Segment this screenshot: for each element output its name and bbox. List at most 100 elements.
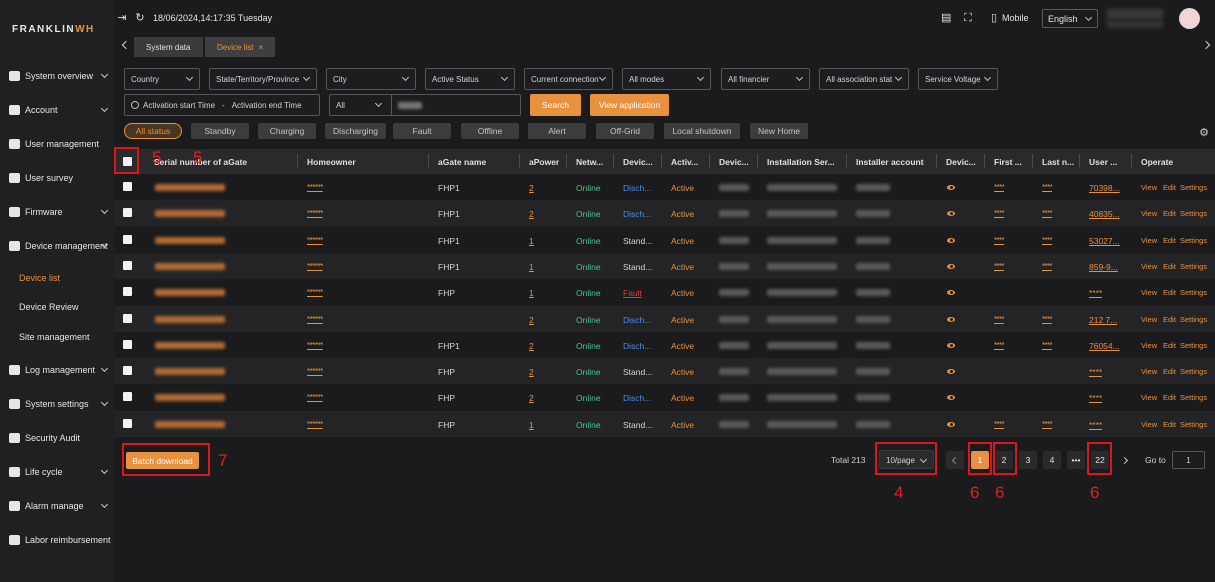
status-chip-new-home[interactable]: New Home: [750, 123, 808, 139]
apower-link[interactable]: 2: [529, 341, 534, 351]
row-checkbox[interactable]: [123, 287, 132, 297]
serial-number-value[interactable]: [155, 184, 225, 191]
view-eye-icon[interactable]: [947, 421, 955, 427]
apower-link[interactable]: 1: [529, 262, 534, 272]
settings-link[interactable]: Settings: [1180, 236, 1207, 245]
sidebar-item-account[interactable]: Account: [0, 97, 115, 123]
settings-link[interactable]: Settings: [1180, 209, 1207, 218]
serial-number-value[interactable]: [155, 236, 225, 244]
settings-gear-icon[interactable]: ⚙: [1199, 128, 1209, 139]
settings-link[interactable]: Settings: [1180, 315, 1207, 324]
sidebar-item-firmware[interactable]: Firmware: [0, 199, 115, 225]
user-link[interactable]: ****: [1089, 288, 1102, 298]
view-eye-icon[interactable]: [947, 395, 955, 401]
view-eye-icon[interactable]: [947, 290, 955, 296]
view-link[interactable]: View: [1141, 209, 1157, 218]
status-chip-all-status[interactable]: All status: [124, 123, 182, 139]
status-chip-off-grid[interactable]: Off-Grid: [596, 123, 654, 139]
filter-all-modes[interactable]: All modes: [622, 68, 711, 90]
filter-all-association-stat[interactable]: All association stat: [819, 68, 909, 90]
search-field[interactable]: All: [329, 94, 521, 116]
user-link[interactable]: 76054...: [1089, 341, 1120, 351]
last-name-value[interactable]: ****: [1042, 315, 1052, 324]
homeowner-value[interactable]: ******: [307, 183, 323, 192]
last-name-value[interactable]: ****: [1042, 183, 1052, 192]
apower-link[interactable]: 2: [529, 209, 534, 219]
tab-device-list[interactable]: Device list ×: [205, 37, 275, 57]
sidebar-item-labor-reimbursement[interactable]: Labor reimbursement: [0, 527, 115, 553]
last-name-value[interactable]: ****: [1042, 420, 1052, 429]
serial-number-value[interactable]: [155, 262, 225, 270]
first-name-value[interactable]: ****: [994, 209, 1004, 218]
logout-icon[interactable]: ⇥: [117, 13, 127, 24]
row-checkbox[interactable]: [123, 182, 132, 191]
edit-link[interactable]: Edit: [1163, 420, 1176, 429]
first-name-value[interactable]: ****: [994, 262, 1004, 271]
user-link[interactable]: 53027...: [1089, 236, 1120, 246]
filter-state-territory-province[interactable]: State/Territory/Province: [209, 68, 317, 90]
homeowner-value[interactable]: ******: [307, 288, 323, 297]
status-chip-local-shutdown[interactable]: Local shutdown: [664, 123, 740, 139]
apower-link[interactable]: 1: [529, 420, 534, 430]
apower-link[interactable]: 2: [529, 315, 534, 325]
sidebar-item-system-overview[interactable]: System overview: [0, 63, 115, 89]
user-link[interactable]: 212 7...: [1089, 315, 1117, 325]
last-name-value[interactable]: ****: [1042, 236, 1052, 245]
view-link[interactable]: View: [1141, 288, 1157, 297]
settings-link[interactable]: Settings: [1180, 262, 1207, 271]
goto-page-input[interactable]: 1: [1172, 451, 1205, 469]
sidebar-item-log-management[interactable]: Log management: [0, 357, 115, 383]
view-link[interactable]: View: [1141, 420, 1157, 429]
filter-current-connection[interactable]: Current connection: [524, 68, 613, 90]
mobile-icon[interactable]: ▯: [989, 13, 999, 24]
edit-link[interactable]: Edit: [1163, 209, 1176, 218]
sidebar-item-security-audit[interactable]: Security Audit: [0, 425, 115, 451]
last-name-value[interactable]: ****: [1042, 262, 1052, 271]
user-link[interactable]: 40835...: [1089, 209, 1120, 219]
edit-link[interactable]: Edit: [1163, 183, 1176, 192]
homeowner-value[interactable]: ******: [307, 420, 323, 429]
homeowner-value[interactable]: ******: [307, 236, 323, 245]
filter-active-status[interactable]: Active Status: [425, 68, 515, 90]
avatar[interactable]: [1179, 8, 1200, 29]
view-link[interactable]: View: [1141, 183, 1157, 192]
apower-link[interactable]: 2: [529, 183, 534, 193]
row-checkbox[interactable]: [123, 392, 132, 402]
settings-link[interactable]: Settings: [1180, 393, 1207, 402]
homeowner-value[interactable]: ******: [307, 315, 323, 324]
refresh-icon[interactable]: ↻: [135, 13, 145, 24]
page-4[interactable]: 4: [1043, 451, 1061, 469]
serial-number-value[interactable]: [155, 289, 225, 297]
view-link[interactable]: View: [1141, 262, 1157, 271]
settings-link[interactable]: Settings: [1180, 341, 1207, 350]
sidebar-subitem-device-list[interactable]: Device list: [19, 273, 60, 283]
view-eye-icon[interactable]: [947, 185, 955, 190]
row-checkbox[interactable]: [123, 234, 132, 244]
serial-number-value[interactable]: [155, 341, 225, 349]
row-checkbox[interactable]: [123, 366, 132, 376]
document-icon[interactable]: ▤: [941, 13, 951, 24]
settings-link[interactable]: Settings: [1180, 183, 1207, 192]
last-name-value[interactable]: ****: [1042, 209, 1052, 218]
view-link[interactable]: View: [1141, 393, 1157, 402]
homeowner-value[interactable]: ******: [307, 341, 323, 350]
filter-all-financier[interactable]: All financier: [721, 68, 810, 90]
settings-link[interactable]: Settings: [1180, 420, 1207, 429]
apower-link[interactable]: 1: [529, 236, 534, 246]
tabs-right-arrow-icon[interactable]: [1201, 40, 1211, 50]
row-checkbox[interactable]: [123, 208, 132, 218]
view-link[interactable]: View: [1141, 341, 1157, 350]
page-ellipsis[interactable]: •••: [1067, 451, 1085, 469]
user-link[interactable]: 859-9...: [1089, 262, 1118, 272]
view-link[interactable]: View: [1141, 367, 1157, 376]
tab-system-data[interactable]: System data: [134, 37, 203, 57]
close-icon[interactable]: ×: [258, 43, 263, 52]
status-chip-alert[interactable]: Alert: [528, 123, 586, 139]
user-link[interactable]: ****: [1089, 420, 1102, 430]
view-eye-icon[interactable]: [947, 211, 955, 217]
sidebar-item-user-survey[interactable]: User survey: [0, 165, 115, 191]
tabs-left-arrow-icon[interactable]: [121, 40, 131, 50]
row-checkbox[interactable]: [123, 260, 132, 270]
status-chip-discharging[interactable]: Discharging: [325, 123, 386, 139]
apower-link[interactable]: 2: [529, 393, 534, 403]
